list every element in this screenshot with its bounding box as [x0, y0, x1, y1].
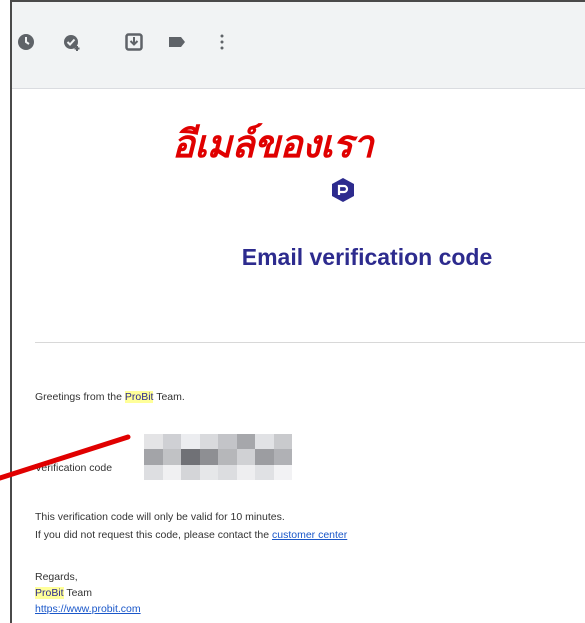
- brand-name: ProBit: [124, 391, 154, 403]
- customer-center-link[interactable]: customer center: [272, 529, 347, 541]
- greeting-suffix: Team.: [153, 391, 185, 403]
- add-task-icon[interactable]: [62, 32, 82, 52]
- request-prefix: If you did not request this code, please…: [35, 529, 272, 541]
- label-icon[interactable]: [167, 32, 187, 52]
- greeting-line: Greetings from the ProBit Team.: [35, 391, 185, 403]
- annotation-caption: อีเมล์ของเรา: [172, 122, 374, 166]
- signature-brand: ProBit: [35, 587, 64, 599]
- website-link[interactable]: https://www.probit.com: [35, 603, 141, 615]
- validity-text: This verification code will only be vali…: [35, 511, 285, 523]
- move-to-icon[interactable]: [124, 32, 144, 52]
- email-heading: Email verification code: [241, 244, 493, 270]
- greeting-prefix: Greetings from the: [35, 391, 125, 403]
- divider: [35, 342, 585, 343]
- email-toolbar: [12, 2, 585, 89]
- verification-label: Verification code: [35, 462, 113, 474]
- regards-text: Regards,: [35, 571, 78, 583]
- more-vertical-icon[interactable]: [212, 32, 232, 52]
- signature-team: Team: [63, 587, 92, 599]
- verification-code-redacted: [144, 434, 292, 480]
- email-body: อีเมล์ของเรา Email verification code Gre…: [12, 89, 585, 623]
- clock-icon[interactable]: [16, 32, 36, 52]
- request-line: If you did not request this code, please…: [35, 529, 347, 541]
- probit-logo-icon: [330, 177, 356, 203]
- email-window: อีเมล์ของเรา Email verification code Gre…: [10, 0, 585, 623]
- signature-line: ProBit Team: [35, 587, 92, 599]
